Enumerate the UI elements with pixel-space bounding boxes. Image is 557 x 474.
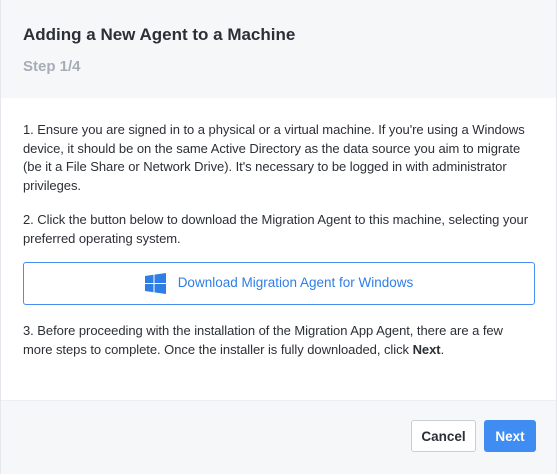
download-agent-button[interactable]: Download Migration Agent for Windows: [23, 262, 535, 305]
add-agent-dialog: Adding a New Agent to a Machine Step 1/4…: [0, 0, 557, 474]
instruction-step-2: 2. Click the button below to download th…: [23, 212, 529, 246]
dialog-title: Adding a New Agent to a Machine: [23, 25, 296, 44]
step-indicator: Step 1/4: [23, 58, 81, 75]
dialog-header: Adding a New Agent to a Machine Step 1/4: [1, 0, 556, 98]
instruction-step-3: 3. Before proceeding with the installati…: [23, 322, 535, 359]
cancel-button[interactable]: Cancel: [411, 420, 476, 452]
dialog-footer: Cancel Next: [1, 400, 556, 474]
instruction-step-3-end: .: [440, 341, 445, 357]
windows-logo-icon: [144, 273, 166, 294]
download-button-label: Download Migration Agent for Windows: [177, 275, 414, 291]
next-emphasis: Next: [412, 341, 441, 357]
next-button[interactable]: Next: [484, 420, 536, 452]
instruction-step-1: 1. Ensure you are signed in to a physica…: [23, 122, 525, 193]
